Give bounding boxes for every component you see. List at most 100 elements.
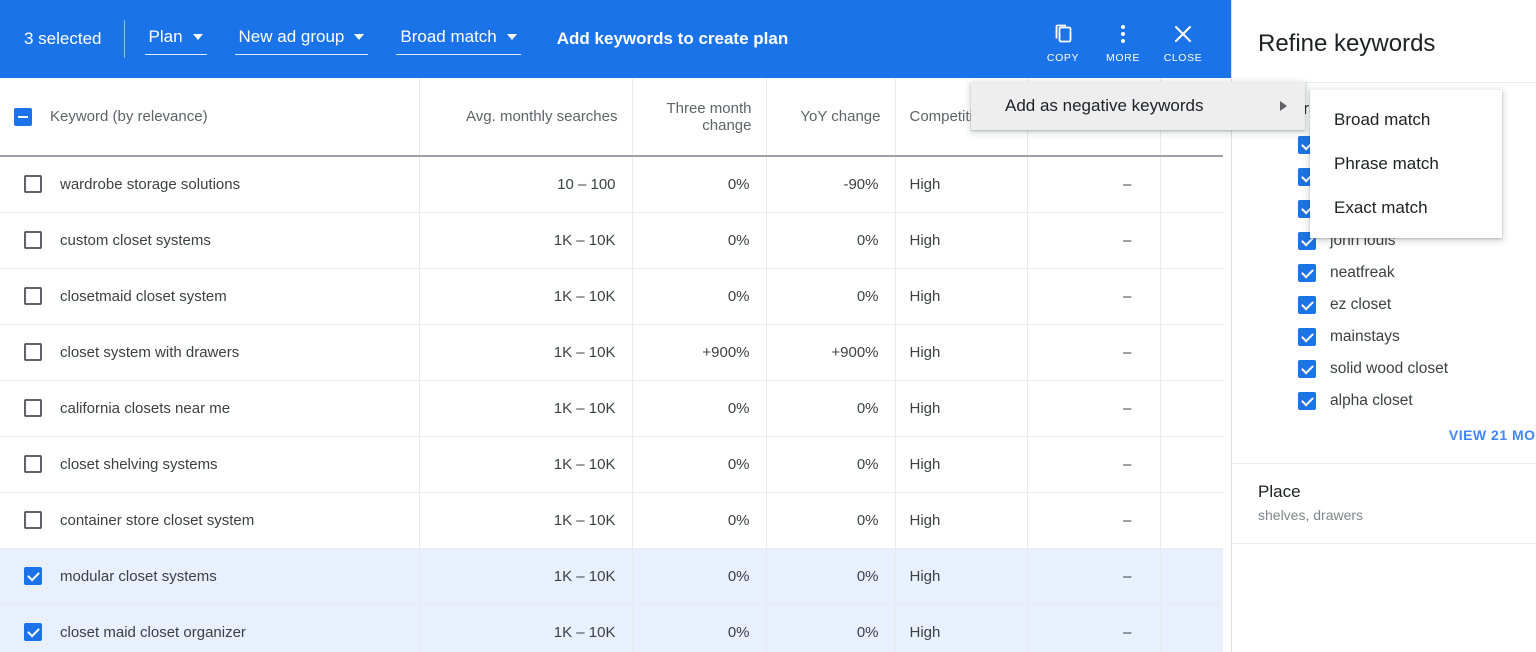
chevron-down-icon: [354, 34, 365, 40]
cell-yoy-change: 0%: [766, 604, 896, 652]
brand-option-checkbox[interactable]: [1298, 360, 1316, 378]
row-checkbox[interactable]: [24, 343, 42, 361]
table-row[interactable]: closet shelving systems 1K – 10K 0% 0% High –: [0, 436, 1223, 493]
copy-icon: [1051, 19, 1075, 49]
column-header-yoy-change[interactable]: YoY change: [766, 78, 896, 157]
submenu-item[interactable]: Phrase match: [1310, 142, 1502, 186]
keyword-table-container: Keyword (by relevance) Avg. monthly sear…: [0, 78, 1231, 652]
cell-extra: [1160, 212, 1223, 269]
cell-ad-impression-share: –: [1027, 324, 1161, 381]
table-row[interactable]: california closets near me 1K – 10K 0% 0% Hi…: [0, 380, 1223, 437]
cell-ad-impression-share: –: [1027, 436, 1161, 493]
table-row[interactable]: wardrobe storage solutions 10 – 100 0% -90%…: [0, 156, 1223, 213]
row-checkbox[interactable]: [24, 231, 42, 249]
cell-three-month-change: +900%: [632, 324, 767, 381]
chevron-down-icon: [506, 34, 517, 40]
row-checkbox[interactable]: [24, 287, 42, 305]
cell-competition: High: [895, 436, 1028, 493]
column-header-keyword: Keyword (by relevance): [0, 78, 420, 157]
brand-option[interactable]: ez closet: [1298, 289, 1536, 321]
column-header-avg-monthly-searches[interactable]: Avg. monthly searches: [419, 78, 633, 157]
cell-ad-impression-share: –: [1027, 212, 1161, 269]
cell-avg-monthly-searches: 1K – 10K: [419, 268, 633, 325]
brand-option-label: ez closet: [1330, 296, 1392, 313]
match-type-dropdown[interactable]: Broad match: [396, 23, 522, 55]
cell-competition: High: [895, 268, 1028, 325]
ad-group-dropdown[interactable]: New ad group: [234, 23, 369, 55]
cell-ad-impression-share: –: [1027, 548, 1161, 605]
row-checkbox[interactable]: [24, 455, 42, 473]
brand-option-label: neatfreak: [1330, 264, 1395, 281]
table-row[interactable]: closet maid closet organizer 1K – 10K 0% 0%…: [0, 604, 1223, 652]
cell-keyword: closetmaid closet system: [0, 268, 420, 325]
close-button-label: CLOSE: [1163, 51, 1203, 64]
cell-extra: [1160, 492, 1223, 549]
brand-option-checkbox[interactable]: [1298, 392, 1316, 410]
brand-option[interactable]: solid wood closet: [1298, 353, 1536, 385]
keyword-text: closetmaid closet system: [60, 287, 227, 305]
row-checkbox[interactable]: [24, 511, 42, 529]
keyword-text: closet shelving systems: [60, 455, 218, 473]
brand-option[interactable]: neatfreak: [1298, 257, 1536, 289]
brand-option-label: alpha closet: [1330, 392, 1413, 409]
cell-avg-monthly-searches: 10 – 100: [419, 156, 633, 213]
toolbar-icon-group: COPY MORE CLOSE: [1035, 15, 1231, 64]
menu-item-add-as-negative-keywords[interactable]: Add as negative keywords: [971, 82, 1305, 130]
context-menu: Add as negative keywords: [971, 82, 1305, 130]
keyword-text: wardrobe storage solutions: [60, 175, 241, 193]
cell-keyword: closet shelving systems: [0, 436, 420, 493]
cell-keyword: closet system with drawers: [0, 324, 420, 381]
table-row[interactable]: custom closet systems 1K – 10K 0% 0% High –: [0, 212, 1223, 269]
table-row[interactable]: closetmaid closet system 1K – 10K 0% 0% High…: [0, 268, 1223, 325]
more-button-label: MORE: [1106, 51, 1140, 64]
cell-avg-monthly-searches: 1K – 10K: [419, 492, 633, 549]
brand-option[interactable]: alpha closet: [1298, 385, 1536, 417]
cell-competition: High: [895, 156, 1028, 213]
plan-dropdown[interactable]: Plan: [144, 23, 207, 55]
brand-option-checkbox[interactable]: [1298, 296, 1316, 314]
more-button[interactable]: MORE: [1095, 15, 1151, 64]
copy-button[interactable]: COPY: [1035, 15, 1091, 64]
cell-three-month-change: 0%: [632, 492, 767, 549]
row-checkbox[interactable]: [24, 175, 42, 194]
add-keywords-to-plan-button[interactable]: Add keywords to create plan: [557, 29, 788, 49]
cell-competition: High: [895, 324, 1028, 381]
place-group-summary: shelves, drawers: [1258, 507, 1364, 523]
table-row[interactable]: container store closet system 1K – 10K 0% 0…: [0, 492, 1223, 549]
brand-option-checkbox[interactable]: [1298, 264, 1316, 282]
column-header-three-month-change[interactable]: Three month change: [632, 78, 767, 157]
cell-extra: [1160, 548, 1223, 605]
cell-ad-impression-share: –: [1027, 604, 1161, 652]
select-all-checkbox[interactable]: [14, 107, 32, 126]
cell-competition: High: [895, 604, 1028, 652]
table-row[interactable]: modular closet systems 1K – 10K 0% 0% High –: [0, 548, 1223, 605]
cell-yoy-change: 0%: [766, 212, 896, 269]
table-row[interactable]: closet system with drawers 1K – 10K +900% +…: [0, 324, 1223, 381]
cell-avg-monthly-searches: 1K – 10K: [419, 380, 633, 437]
submenu-item[interactable]: Exact match: [1310, 186, 1502, 230]
view-more-brands-link[interactable]: VIEW 21 MORE: [1258, 417, 1536, 449]
cell-competition: High: [895, 380, 1028, 437]
cell-keyword: container store closet system: [0, 492, 420, 549]
table-body: wardrobe storage solutions 10 – 100 0% -90%…: [0, 156, 1223, 652]
cell-three-month-change: 0%: [632, 380, 767, 437]
brand-option-label: solid wood closet: [1330, 360, 1449, 377]
keyword-text: container store closet system: [60, 511, 255, 529]
cell-yoy-change: 0%: [766, 268, 896, 325]
keyword-text: closet system with drawers: [60, 343, 240, 361]
cell-competition: High: [895, 492, 1028, 549]
row-checkbox[interactable]: [24, 623, 42, 641]
cell-keyword: custom closet systems: [0, 212, 420, 269]
brand-option-checkbox[interactable]: [1298, 328, 1316, 346]
submenu-item[interactable]: Broad match: [1310, 98, 1502, 142]
row-checkbox[interactable]: [24, 399, 42, 417]
brand-option[interactable]: mainstays: [1298, 321, 1536, 353]
ad-group-dropdown-label: New ad group: [238, 27, 345, 46]
close-button[interactable]: CLOSE: [1155, 15, 1211, 64]
cell-three-month-change: 0%: [632, 268, 767, 325]
cell-yoy-change: +900%: [766, 324, 896, 381]
toolbar-divider: [123, 20, 125, 58]
row-checkbox[interactable]: [24, 567, 42, 585]
cell-three-month-change: 0%: [632, 548, 767, 605]
place-filter-group[interactable]: Place shelves, drawers: [1232, 464, 1536, 543]
